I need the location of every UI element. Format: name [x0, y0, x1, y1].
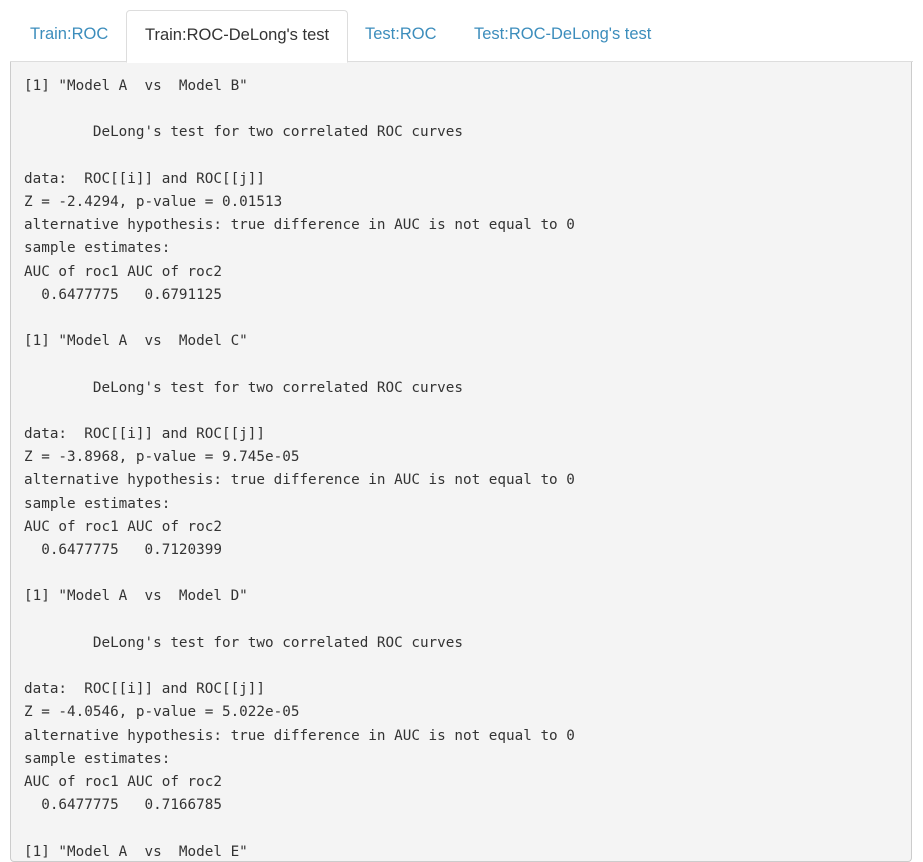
- output-line: DeLong's test for two correlated ROC cur…: [24, 634, 463, 651]
- output-line: data: ROC[[i]] and ROC[[j]]: [24, 170, 266, 187]
- delong-test-output-panel[interactable]: [1] "Model A vs Model B" DeLong's test f…: [10, 62, 912, 862]
- tab-test-roc[interactable]: Test:ROC: [347, 10, 455, 61]
- tab-test-roc-delong-test[interactable]: Test:ROC-DeLong's test: [456, 10, 669, 61]
- output-line: sample estimates:: [24, 240, 171, 257]
- output-line: data: ROC[[i]] and ROC[[j]]: [24, 681, 266, 698]
- console-output-text: [1] "Model A vs Model B" DeLong's test f…: [11, 62, 911, 861]
- output-line: Z = -4.0546, p-value = 5.022e-05: [24, 704, 300, 721]
- output-line: [1] "Model A vs Model B": [24, 78, 248, 94]
- output-line: 0.6477775 0.7120399: [24, 542, 222, 559]
- output-line: AUC of roc1 AUC of roc2: [24, 774, 222, 791]
- output-line: [1] "Model A vs Model C": [24, 333, 248, 350]
- output-line: data: ROC[[i]] and ROC[[j]]: [24, 426, 266, 443]
- output-line: sample estimates:: [24, 750, 171, 767]
- tab-train-roc-delong-test[interactable]: Train:ROC-DeLong's test: [126, 10, 349, 63]
- output-line: Z = -3.8968, p-value = 9.745e-05: [24, 449, 300, 466]
- output-line: 0.6477775 0.6791125: [24, 286, 222, 303]
- output-line: 0.6477775 0.7166785: [24, 797, 222, 814]
- output-line: AUC of roc1 AUC of roc2: [24, 263, 222, 280]
- output-line: DeLong's test for two correlated ROC cur…: [24, 124, 463, 141]
- output-line: alternative hypothesis: true difference …: [24, 727, 575, 744]
- output-line: [1] "Model A vs Model D": [24, 588, 248, 605]
- output-line: sample estimates:: [24, 495, 171, 512]
- tab-train-roc[interactable]: Train:ROC: [12, 10, 126, 61]
- output-line: alternative hypothesis: true difference …: [24, 472, 575, 489]
- tab-bar: Train:ROC Train:ROC-DeLong's test Test:R…: [0, 0, 923, 63]
- output-line: [1] "Model A vs Model E": [24, 843, 248, 860]
- output-line: Z = -2.4294, p-value = 0.01513: [24, 194, 283, 211]
- output-line: AUC of roc1 AUC of roc2: [24, 518, 222, 535]
- output-line: DeLong's test for two correlated ROC cur…: [24, 379, 463, 396]
- output-line: alternative hypothesis: true difference …: [24, 217, 575, 234]
